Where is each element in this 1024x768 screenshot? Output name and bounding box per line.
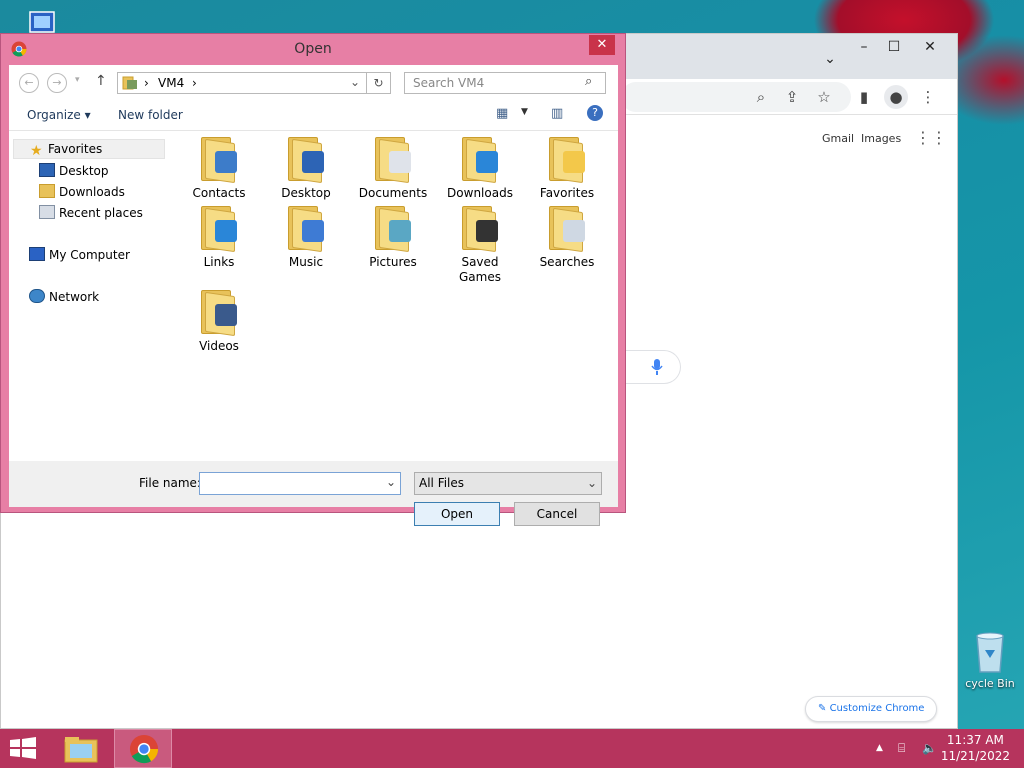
- address-separator[interactable]: ›: [192, 76, 197, 90]
- folder-contacts-icon: [199, 135, 239, 184]
- profile-icon[interactable]: ●: [884, 85, 908, 109]
- folder-item[interactable]: Videos: [176, 288, 262, 354]
- folder-item[interactable]: Music: [263, 204, 349, 270]
- desktop-icon: [39, 163, 55, 177]
- bookmark-star-icon[interactable]: ☆: [812, 85, 836, 109]
- images-link[interactable]: Images: [861, 132, 901, 145]
- address-separator[interactable]: ›: [144, 76, 149, 90]
- file-list: Contacts Desktop Documents Downloads Fav…: [171, 135, 616, 461]
- nav-recent-places[interactable]: Recent places: [39, 205, 143, 220]
- nav-downloads[interactable]: Downloads: [39, 184, 125, 199]
- view-options-icon[interactable]: ▦: [496, 106, 508, 121]
- address-dropdown-icon[interactable]: ⌄: [350, 75, 360, 89]
- computer-icon: [29, 247, 45, 261]
- pencil-icon: ✎: [818, 703, 830, 714]
- preview-pane-icon[interactable]: ▥: [551, 106, 563, 121]
- star-icon: ★: [30, 143, 43, 159]
- folder-item[interactable]: Documents: [350, 135, 436, 201]
- file-explorer-icon[interactable]: [64, 735, 98, 763]
- share-icon[interactable]: ⇪: [780, 85, 804, 109]
- network-icon: [29, 289, 45, 303]
- maximize-icon[interactable]: ☐: [879, 36, 909, 58]
- nav-my-computer[interactable]: My Computer: [29, 247, 130, 262]
- file-name-input[interactable]: ⌄: [199, 472, 401, 495]
- file-type-dropdown-icon[interactable]: ⌄: [587, 473, 597, 494]
- folder-desktop-icon: [286, 135, 326, 184]
- downloads-icon: [39, 184, 55, 198]
- folder-item[interactable]: Searches: [524, 204, 610, 270]
- nav-favorites[interactable]: ★ Favorites: [13, 139, 165, 159]
- recycle-bin-icon: [976, 632, 1004, 673]
- command-bar: Organize ▾ New folder ▦ ▼ ▥ ?: [9, 99, 618, 131]
- nav-desktop[interactable]: Desktop: [39, 163, 109, 178]
- recycle-bin-label: cycle Bin: [965, 677, 1015, 690]
- clock[interactable]: 11:37 AM 11/21/2022: [941, 732, 1010, 764]
- back-arrow-icon[interactable]: ←: [19, 73, 39, 93]
- open-dialog: Open ✕ ← → ▾ ↑ › VM4 › ⌄ ↻ Search VM4 ⌕ …: [0, 33, 626, 526]
- up-arrow-icon[interactable]: ↑: [95, 73, 107, 89]
- folder-downloads-icon: [460, 135, 500, 184]
- side-panel-icon[interactable]: ▮: [852, 85, 876, 109]
- start-windows-icon[interactable]: [8, 737, 38, 759]
- customize-chrome-button[interactable]: ✎ Customize Chrome: [805, 696, 938, 722]
- gmail-link[interactable]: Gmail: [822, 132, 854, 145]
- menu-icon[interactable]: ⋮: [916, 85, 940, 109]
- folder-saved-games-icon: [460, 204, 500, 253]
- navigation-pane: ★ Favorites Desktop Downloads Recent plac…: [9, 131, 167, 461]
- search-icon[interactable]: ⌕: [585, 74, 592, 89]
- folder-documents-icon: [373, 135, 413, 184]
- folder-item[interactable]: Desktop: [263, 135, 349, 201]
- close-icon[interactable]: ✕: [915, 36, 945, 58]
- help-icon[interactable]: ?: [587, 105, 603, 121]
- folder-item[interactable]: Favorites: [524, 135, 610, 201]
- search-input[interactable]: Search VM4: [404, 72, 606, 94]
- new-folder-button[interactable]: New folder: [118, 108, 183, 122]
- navigation-bar: ← → ▾ ↑ › VM4 › ⌄ ↻ Search VM4 ⌕: [9, 65, 618, 99]
- history-dropdown-icon[interactable]: ▾: [75, 75, 80, 85]
- cancel-button[interactable]: Cancel: [514, 502, 600, 526]
- apps-grid-icon[interactable]: ⋮⋮: [915, 128, 947, 147]
- recent-places-icon: [39, 205, 55, 219]
- zoom-icon[interactable]: ⌕: [749, 85, 773, 109]
- folder-item[interactable]: Links: [176, 204, 262, 270]
- folder-item[interactable]: Saved Games: [437, 204, 523, 285]
- nav-network[interactable]: Network: [29, 289, 99, 304]
- address-bar[interactable]: › VM4 › ⌄: [117, 72, 367, 94]
- show-hidden-icons[interactable]: ▲: [876, 743, 883, 753]
- folder-location-icon: [122, 76, 137, 90]
- dialog-close-button[interactable]: ✕: [589, 35, 615, 55]
- dialog-title: Open: [294, 41, 332, 57]
- minimize-icon[interactable]: –: [849, 36, 879, 58]
- file-name-dropdown-icon[interactable]: ⌄: [386, 475, 396, 489]
- file-name-label: File name:: [139, 476, 201, 490]
- file-type-select[interactable]: All Files ⌄: [414, 472, 602, 495]
- folder-item[interactable]: Contacts: [176, 135, 262, 201]
- network-tray-icon[interactable]: ⌸: [898, 741, 905, 756]
- open-button[interactable]: Open: [414, 502, 500, 526]
- folder-item[interactable]: Pictures: [350, 204, 436, 270]
- forward-arrow-icon[interactable]: →: [47, 73, 67, 93]
- folder-favorites-icon: [547, 135, 587, 184]
- chrome-logo-icon: [129, 734, 159, 764]
- taskbar: ▲ ⌸ 🔈 11:37 AM 11/21/2022: [0, 729, 1024, 768]
- refresh-icon[interactable]: ↻: [367, 72, 391, 94]
- volume-icon[interactable]: 🔈: [922, 741, 937, 755]
- folder-pictures-icon: [373, 204, 413, 253]
- folder-item[interactable]: Downloads: [437, 135, 523, 201]
- folder-searches-icon: [547, 204, 587, 253]
- folder-links-icon: [199, 204, 239, 253]
- chrome-taskbar-button[interactable]: [114, 729, 172, 768]
- folder-music-icon: [286, 204, 326, 253]
- address-segment-vm4[interactable]: VM4: [158, 76, 184, 90]
- microphone-icon[interactable]: [651, 359, 663, 375]
- view-dropdown-icon[interactable]: ▼: [521, 107, 528, 117]
- tab-search-icon[interactable]: ⌄: [815, 48, 845, 70]
- folder-videos-icon: [199, 288, 239, 337]
- organize-button[interactable]: Organize ▾: [27, 108, 91, 122]
- recycle-bin[interactable]: cycle Bin: [956, 630, 1024, 690]
- dialog-body: ← → ▾ ↑ › VM4 › ⌄ ↻ Search VM4 ⌕ Organiz…: [9, 65, 618, 526]
